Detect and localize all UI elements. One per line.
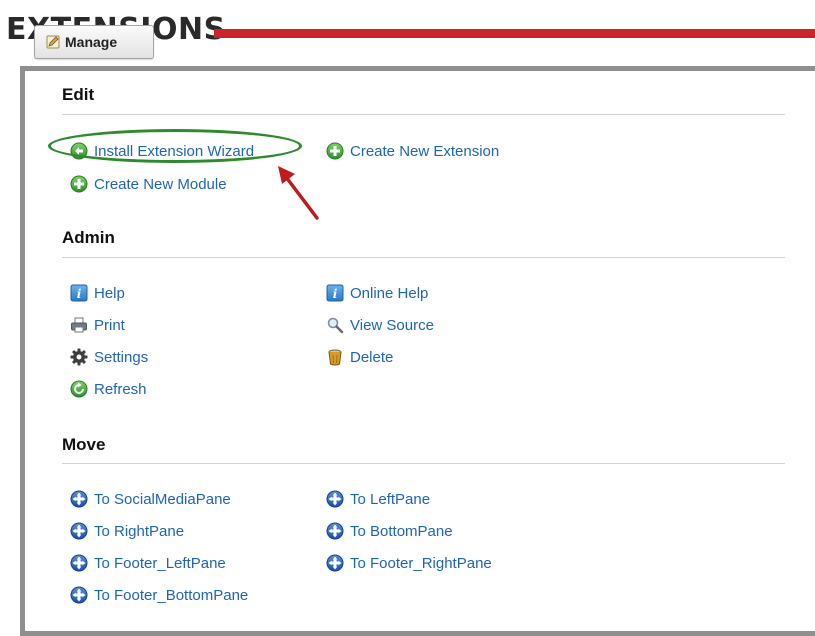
- move-to-bottompane-link[interactable]: To BottomPane: [326, 522, 453, 540]
- view-source-label: View Source: [350, 316, 434, 334]
- gear-icon: [70, 348, 88, 366]
- create-new-extension-link[interactable]: Create New Extension: [326, 142, 499, 160]
- section-divider: [62, 463, 785, 464]
- manage-panel: Edit Install Extension Wizard Create New…: [20, 66, 815, 636]
- create-new-module-link[interactable]: Create New Module: [70, 175, 227, 193]
- settings-link[interactable]: Settings: [70, 348, 148, 366]
- section-divider: [62, 114, 785, 115]
- heading-accent-bar: [214, 29, 815, 38]
- move-to-bottompane-label: To BottomPane: [350, 522, 453, 540]
- move-to-leftpane-label: To LeftPane: [350, 490, 431, 508]
- manage-button[interactable]: Manage: [34, 25, 154, 59]
- add-icon: [326, 142, 344, 160]
- help-label: Help: [94, 284, 125, 302]
- move-icon: [70, 554, 88, 572]
- magnifier-icon: [327, 317, 344, 334]
- move-to-footer-rightpane-label: To Footer_RightPane: [350, 554, 492, 572]
- section-title-admin: Admin: [62, 228, 115, 247]
- move-to-footer-rightpane-link[interactable]: To Footer_RightPane: [326, 554, 492, 572]
- move-icon: [70, 586, 88, 604]
- section-divider: [62, 257, 785, 258]
- svg-text:i: i: [77, 287, 82, 301]
- online-help-label: Online Help: [350, 284, 429, 302]
- help-link[interactable]: i Help: [70, 284, 125, 302]
- section-title-edit: Edit: [62, 85, 95, 104]
- install-icon: [70, 142, 88, 160]
- refresh-link[interactable]: Refresh: [70, 380, 147, 398]
- move-to-rightpane-label: To RightPane: [94, 522, 185, 540]
- add-icon: [70, 175, 88, 193]
- online-help-link[interactable]: i Online Help: [326, 284, 428, 302]
- refresh-icon: [70, 380, 88, 398]
- move-to-socialmediapane-label: To SocialMediaPane: [94, 490, 231, 508]
- delete-link[interactable]: Delete: [326, 348, 393, 366]
- move-icon: [70, 490, 88, 508]
- section-title-move: Move: [62, 435, 106, 454]
- move-to-leftpane-link[interactable]: To LeftPane: [326, 490, 430, 508]
- move-to-footer-leftpane-link[interactable]: To Footer_LeftPane: [70, 554, 226, 572]
- print-icon: [71, 317, 87, 333]
- move-icon: [70, 522, 88, 540]
- print-label: Print: [94, 316, 125, 334]
- move-to-footer-leftpane-label: To Footer_LeftPane: [94, 554, 226, 572]
- move-to-footer-bottompane-label: To Footer_BottomPane: [94, 586, 249, 604]
- help-icon: i: [70, 284, 88, 302]
- create-new-module-label: Create New Module: [94, 175, 227, 193]
- create-new-extension-label: Create New Extension: [350, 142, 500, 160]
- move-icon: [326, 554, 344, 572]
- refresh-label: Refresh: [94, 380, 147, 398]
- move-icon: [326, 522, 344, 540]
- view-source-link[interactable]: View Source: [326, 316, 434, 334]
- move-to-footer-bottompane-link[interactable]: To Footer_BottomPane: [70, 586, 248, 604]
- print-link[interactable]: Print: [70, 316, 125, 334]
- manage-label: Manage: [65, 34, 118, 50]
- arrow-annotation: [278, 166, 319, 220]
- install-extension-wizard-link[interactable]: Install Extension Wizard: [70, 142, 254, 160]
- move-to-rightpane-link[interactable]: To RightPane: [70, 522, 184, 540]
- install-extension-wizard-label: Install Extension Wizard: [94, 142, 255, 160]
- move-icon: [326, 490, 344, 508]
- pencil-icon: [46, 35, 60, 49]
- svg-text:i: i: [333, 287, 338, 301]
- settings-label: Settings: [94, 348, 149, 366]
- delete-label: Delete: [350, 348, 394, 366]
- help-icon: i: [326, 284, 344, 302]
- move-to-socialmediapane-link[interactable]: To SocialMediaPane: [70, 490, 231, 508]
- trash-icon: [328, 349, 342, 366]
